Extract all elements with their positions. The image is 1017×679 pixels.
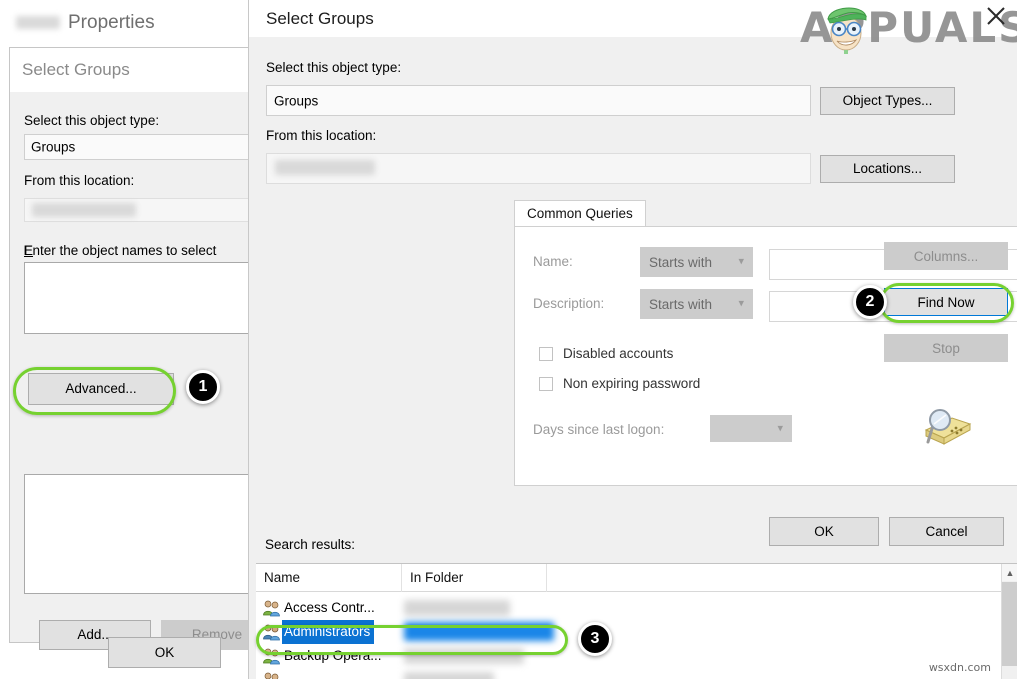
- redacted-object-name: [16, 16, 60, 29]
- group-icon: [262, 599, 281, 617]
- search-results-label: Search results:: [265, 537, 355, 552]
- step-badge-1: 1: [186, 370, 220, 404]
- name-operator-value: Starts with: [649, 255, 712, 270]
- background-object-names-input[interactable]: [24, 262, 262, 334]
- administrators-row[interactable]: Administrators: [256, 620, 1001, 644]
- locations-button[interactable]: Locations...: [820, 155, 955, 183]
- column-divider[interactable]: [546, 564, 547, 592]
- non-expiring-password-label: Non expiring password: [563, 376, 700, 391]
- disabled-accounts-label: Disabled accounts: [563, 346, 673, 361]
- tabstrip: Common Queries: [514, 200, 1017, 224]
- name-operator-select[interactable]: Starts with ▾: [640, 247, 753, 277]
- chevron-down-icon: ▾: [738, 257, 744, 268]
- description-operator-value: Starts with: [649, 297, 712, 312]
- properties-window-title: Properties: [0, 6, 262, 40]
- row-name: Administrators: [282, 620, 374, 644]
- results-scrollbar[interactable]: ▲: [1001, 564, 1017, 679]
- chevron-down-icon: ▾: [777, 423, 783, 434]
- disabled-accounts-checkbox[interactable]: [539, 347, 553, 361]
- table-row[interactable]: [256, 668, 1001, 679]
- background-location-label: From this location:: [24, 173, 134, 188]
- non-expiring-password-checkbox[interactable]: [539, 377, 553, 391]
- properties-window: Properties Select Groups Select this obj…: [0, 0, 262, 679]
- object-type-value: Groups: [274, 93, 318, 108]
- find-now-button[interactable]: Find Now: [884, 288, 1008, 316]
- group-icon: [262, 623, 281, 641]
- redacted-location-value: [32, 203, 136, 217]
- select-groups-title: Select Groups: [266, 0, 374, 37]
- ok-button[interactable]: OK: [769, 517, 879, 546]
- redacted-in-folder: [404, 600, 510, 616]
- group-icon: [262, 671, 281, 679]
- screenshot-root: Properties Select Groups Select this obj…: [0, 0, 1017, 679]
- row-name: Access Contr...: [284, 596, 379, 620]
- background-location-field[interactable]: [24, 198, 262, 222]
- redacted-in-folder: [404, 648, 524, 664]
- search-illustration-icon: [918, 406, 972, 450]
- advanced-button[interactable]: Advanced...: [28, 373, 174, 405]
- background-object-names-label-text: Enter the object names to select: [24, 243, 217, 258]
- object-types-button[interactable]: Object Types...: [820, 87, 955, 115]
- properties-title-text: Properties: [68, 12, 155, 33]
- location-label: From this location:: [266, 128, 376, 143]
- background-ok-button[interactable]: OK: [108, 637, 221, 668]
- background-object-type-value: Groups: [31, 140, 75, 155]
- object-type-label: Select this object type:: [266, 60, 401, 75]
- close-icon[interactable]: [983, 3, 1009, 29]
- group-icon: [262, 647, 281, 665]
- background-select-groups-dialog: Select Groups Select this object type: G…: [9, 47, 262, 643]
- scroll-thumb[interactable]: [1002, 582, 1017, 666]
- redacted-in-folder: [404, 672, 494, 679]
- scroll-up-icon[interactable]: ▲: [1002, 564, 1017, 581]
- columns-button[interactable]: Columns...: [884, 242, 1008, 270]
- step-badge-2: 2: [853, 285, 887, 319]
- background-object-names-label: EEnter the object names to select: [24, 243, 216, 258]
- days-since-logon-label: Days since last logon:: [533, 422, 664, 437]
- cancel-button[interactable]: Cancel: [889, 517, 1004, 546]
- background-members-list[interactable]: [24, 474, 262, 594]
- row-name: Backup Opera...: [284, 644, 386, 668]
- tab-common-queries[interactable]: Common Queries: [514, 200, 646, 226]
- background-dialog-caption: Select Groups: [10, 48, 262, 92]
- chevron-down-icon: ▾: [738, 299, 744, 310]
- background-object-type-label: Select this object type:: [24, 113, 159, 128]
- object-type-field[interactable]: Groups: [266, 85, 811, 116]
- column-header-in-folder[interactable]: In Folder: [410, 564, 463, 592]
- background-object-type-field[interactable]: Groups: [24, 134, 262, 160]
- query-name-label: Name:: [533, 254, 573, 269]
- days-since-logon-select[interactable]: ▾: [710, 415, 792, 442]
- appuals-mascot-icon: [818, 0, 874, 54]
- column-divider[interactable]: [401, 564, 402, 592]
- search-results-list[interactable]: Name In Folder Access Contr...: [256, 563, 1017, 679]
- column-header-name[interactable]: Name: [264, 564, 300, 592]
- redacted-location-value: [275, 160, 375, 175]
- search-results-header: Name In Folder: [256, 564, 1001, 592]
- table-row[interactable]: Backup Opera...: [256, 644, 1001, 668]
- description-operator-select[interactable]: Starts with ▾: [640, 289, 753, 319]
- location-field[interactable]: [266, 153, 811, 184]
- table-row[interactable]: Access Contr...: [256, 596, 1001, 620]
- step-badge-3: 3: [578, 622, 612, 656]
- stop-button[interactable]: Stop: [884, 334, 1008, 362]
- redacted-in-folder: [404, 622, 554, 641]
- query-description-label: Description:: [533, 296, 604, 311]
- site-watermark: wsxdn.com: [929, 661, 991, 674]
